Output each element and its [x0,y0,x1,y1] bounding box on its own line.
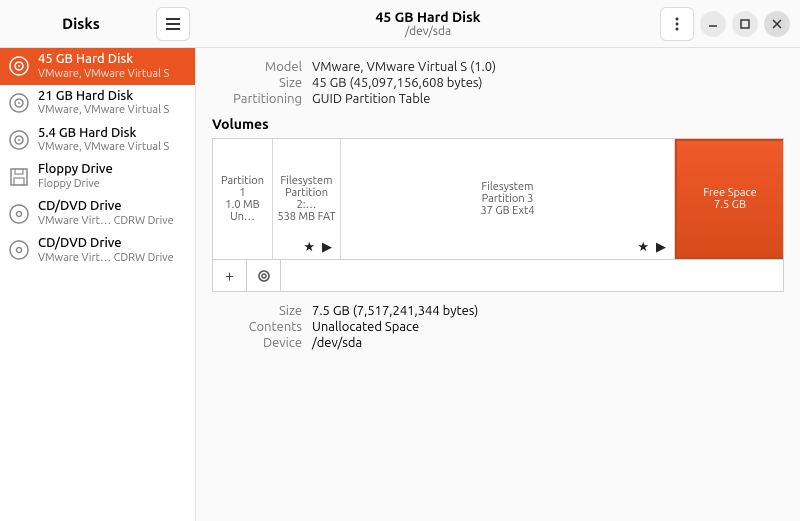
cd-icon [8,203,30,225]
device-item-4[interactable]: CD/DVD DriveVMware Virt… CDRW Drive [0,195,195,232]
sel-device-value: /dev/sda [312,336,784,350]
partitioning-label: Partitioning [212,92,302,106]
titlebar-center: 45 GB Hard Disk /dev/sda [196,9,660,38]
content: Model VMware, VMware Virtual S (1.0) Siz… [196,48,800,521]
device-name: Floppy Drive [38,162,187,178]
sel-contents-label: Contents [212,320,302,334]
device-subtitle: VMware Virt… CDRW Drive [38,252,187,265]
volume-toolbar: + [213,259,783,291]
partition-fs: 37 GB Ext4 [480,205,534,217]
disk-title: 45 GB Hard Disk [196,9,660,25]
gear-icon [256,268,272,284]
maximize-button[interactable] [732,11,758,37]
close-button[interactable] [764,11,790,37]
device-subtitle: Floppy Drive [38,178,187,191]
volumes-heading: Volumes [212,116,784,132]
device-item-3[interactable]: Floppy DriveFloppy Drive [0,158,195,195]
play-icon: ▶ [656,240,668,254]
main: 45 GB Hard DiskVMware, VMware Virtual S2… [0,48,800,521]
partition-fs: 538 MB FAT [277,211,335,223]
partition-label: Filesystem [481,181,533,193]
sidebar: 45 GB Hard DiskVMware, VMware Virtual S2… [0,48,196,521]
partition-actions: ★ ▶ [637,240,668,255]
minimize-button[interactable] [700,11,726,37]
partitioning-value: GUID Partition Table [312,92,784,106]
titlebar-left: Disks [0,7,196,41]
app-title: Disks [12,15,150,32]
device-name: CD/DVD Drive [38,199,187,215]
kebab-icon [675,17,679,31]
partition-block-2[interactable]: FilesystemPartition 337 GB Ext4 ★ ▶ [341,139,675,259]
partition-sub: Partition 3 [482,193,534,205]
model-value: VMware, VMware Virtual S (1.0) [312,60,784,74]
partition-sub: 1.0 MB Un… [217,199,268,223]
size-label: Size [212,76,302,90]
device-name: 45 GB Hard Disk [38,52,187,68]
partition-sub: Partition 2:… [277,187,336,211]
device-item-1[interactable]: 21 GB Hard DiskVMware, VMware Virtual S [0,85,195,122]
hamburger-icon [166,18,180,30]
sel-device-label: Device [212,336,302,350]
hamburger-button[interactable] [156,7,190,41]
sel-size-label: Size [212,304,302,318]
device-item-0[interactable]: 45 GB Hard DiskVMware, VMware Virtual S [0,48,195,85]
hdd-icon [8,129,30,151]
hdd-icon [8,92,30,114]
volumes-box: Partition 11.0 MB Un…FilesystemPartition… [212,138,784,292]
device-name: 21 GB Hard Disk [38,89,187,105]
device-subtitle: VMware, VMware Virtual S [38,68,187,81]
star-icon: ★ [303,240,317,254]
close-icon [772,19,782,29]
cd-icon [8,239,30,261]
hdd-icon [8,55,30,77]
device-name: CD/DVD Drive [38,236,187,252]
partition-block-1[interactable]: FilesystemPartition 2:…538 MB FAT ★ ▶ [273,139,341,259]
floppy-icon [8,166,30,188]
partitions-row: Partition 11.0 MB Un…FilesystemPartition… [213,139,783,259]
titlebar: Disks 45 GB Hard Disk /dev/sda [0,0,800,48]
partition-settings-button[interactable] [247,260,281,292]
selected-info: Size 7.5 GB (7,517,241,344 bytes) Conten… [212,304,784,350]
device-name: 5.4 GB Hard Disk [38,126,187,142]
disk-path: /dev/sda [196,25,660,38]
device-item-5[interactable]: CD/DVD DriveVMware Virt… CDRW Drive [0,232,195,269]
plus-icon: + [225,267,234,285]
device-item-2[interactable]: 5.4 GB Hard DiskVMware, VMware Virtual S [0,122,195,159]
disk-menu-button[interactable] [660,7,694,41]
disk-info: Model VMware, VMware Virtual S (1.0) Siz… [212,60,784,106]
partition-label: Free Space [703,187,756,199]
sel-size-value: 7.5 GB (7,517,241,344 bytes) [312,304,784,318]
partition-block-0[interactable]: Partition 11.0 MB Un… [213,139,273,259]
device-subtitle: VMware, VMware Virtual S [38,104,187,117]
free-space-block[interactable]: Free Space7.5 GB [675,139,783,259]
play-icon: ▶ [322,240,334,254]
star-icon: ★ [637,240,651,254]
device-subtitle: VMware, VMware Virtual S [38,141,187,154]
add-partition-button[interactable]: + [213,260,247,292]
sel-contents-value: Unallocated Space [312,320,784,334]
partition-actions: ★ ▶ [303,240,334,255]
model-label: Model [212,60,302,74]
partition-sub: 7.5 GB [714,199,746,211]
size-value: 45 GB (45,097,156,608 bytes) [312,76,784,90]
partition-label: Partition 1 [217,175,268,199]
titlebar-right [660,7,800,41]
minimize-icon [708,19,718,29]
partition-label: Filesystem [280,175,332,187]
maximize-icon [740,19,750,29]
device-subtitle: VMware Virt… CDRW Drive [38,215,187,228]
